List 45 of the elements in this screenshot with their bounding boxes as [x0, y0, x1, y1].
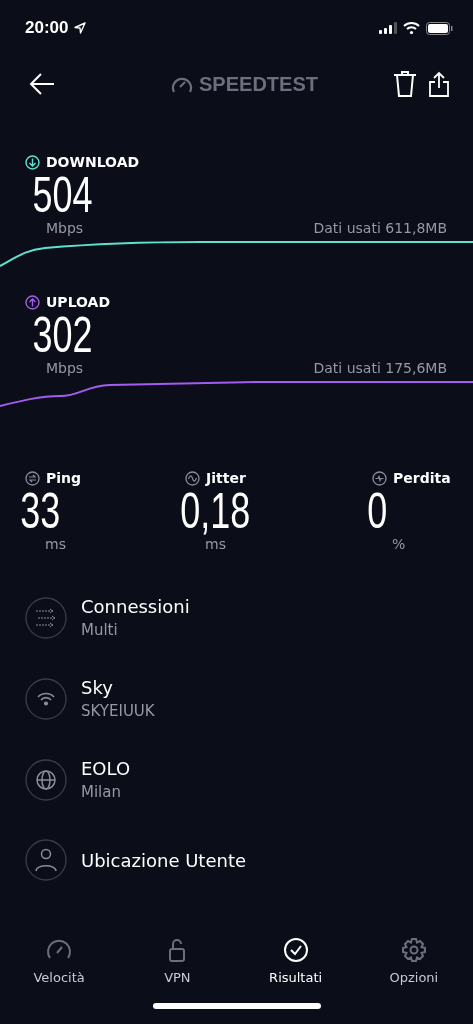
location-arrow-icon [74, 22, 87, 34]
metric-unit: % [391, 536, 407, 552]
speed-unit: Mbps [46, 360, 84, 376]
nav-tab[interactable]: Risultati [245, 935, 346, 1001]
gauge-icon [171, 75, 194, 93]
metric-value: 0,18 [179, 486, 252, 536]
metric-unit: ms [204, 536, 227, 552]
detail-subtitle: SKYEIUUK [81, 702, 155, 720]
metric-value: 33 [19, 486, 61, 536]
speed-value: 504 [31, 170, 94, 220]
detail-title: Connessioni [81, 596, 190, 617]
metric-icon [25, 470, 40, 486]
metric-icon [372, 470, 387, 486]
nav-tab[interactable]: VPN [127, 935, 228, 1001]
speed-label: DOWNLOAD [46, 154, 140, 170]
detail-icon [25, 839, 67, 881]
detail-icon [25, 596, 67, 639]
settings-icon [399, 936, 428, 964]
data-used: Dati usati 175,6MB [313, 360, 447, 376]
metric-icon [185, 470, 200, 486]
battery-icon [426, 21, 453, 35]
nav-tab[interactable]: Opzioni [363, 935, 464, 1001]
metric-label: Perdita [393, 470, 451, 486]
speed-label: UPLOAD [46, 294, 111, 310]
app-logo: SPEEDTEST [199, 72, 318, 96]
detail-title: EOLO [81, 758, 131, 779]
data-used: Dati usati 611,8MB [313, 220, 447, 236]
nav-tab[interactable]: Velocità [9, 935, 110, 1001]
checkmark-icon [281, 936, 310, 964]
speed-unit: Mbps [46, 220, 84, 236]
detail-icon [25, 677, 67, 720]
metric-value: 0 [366, 486, 389, 536]
status-time: 20:00 [25, 18, 69, 38]
metric-label: Ping [46, 470, 82, 486]
detail-title: Ubicazione Utente [81, 849, 247, 871]
detail-title: Sky [81, 677, 114, 698]
metric-unit: ms [44, 536, 67, 552]
metric-label: Jitter [206, 470, 246, 486]
speed-value: 302 [31, 310, 94, 360]
detail-subtitle: Milan [81, 783, 122, 801]
signal-icon [379, 22, 397, 34]
back-arrow-icon [28, 72, 56, 96]
detail-subtitle: Multi [81, 621, 119, 639]
wifi-icon [403, 22, 420, 34]
detail-icon [25, 758, 67, 801]
